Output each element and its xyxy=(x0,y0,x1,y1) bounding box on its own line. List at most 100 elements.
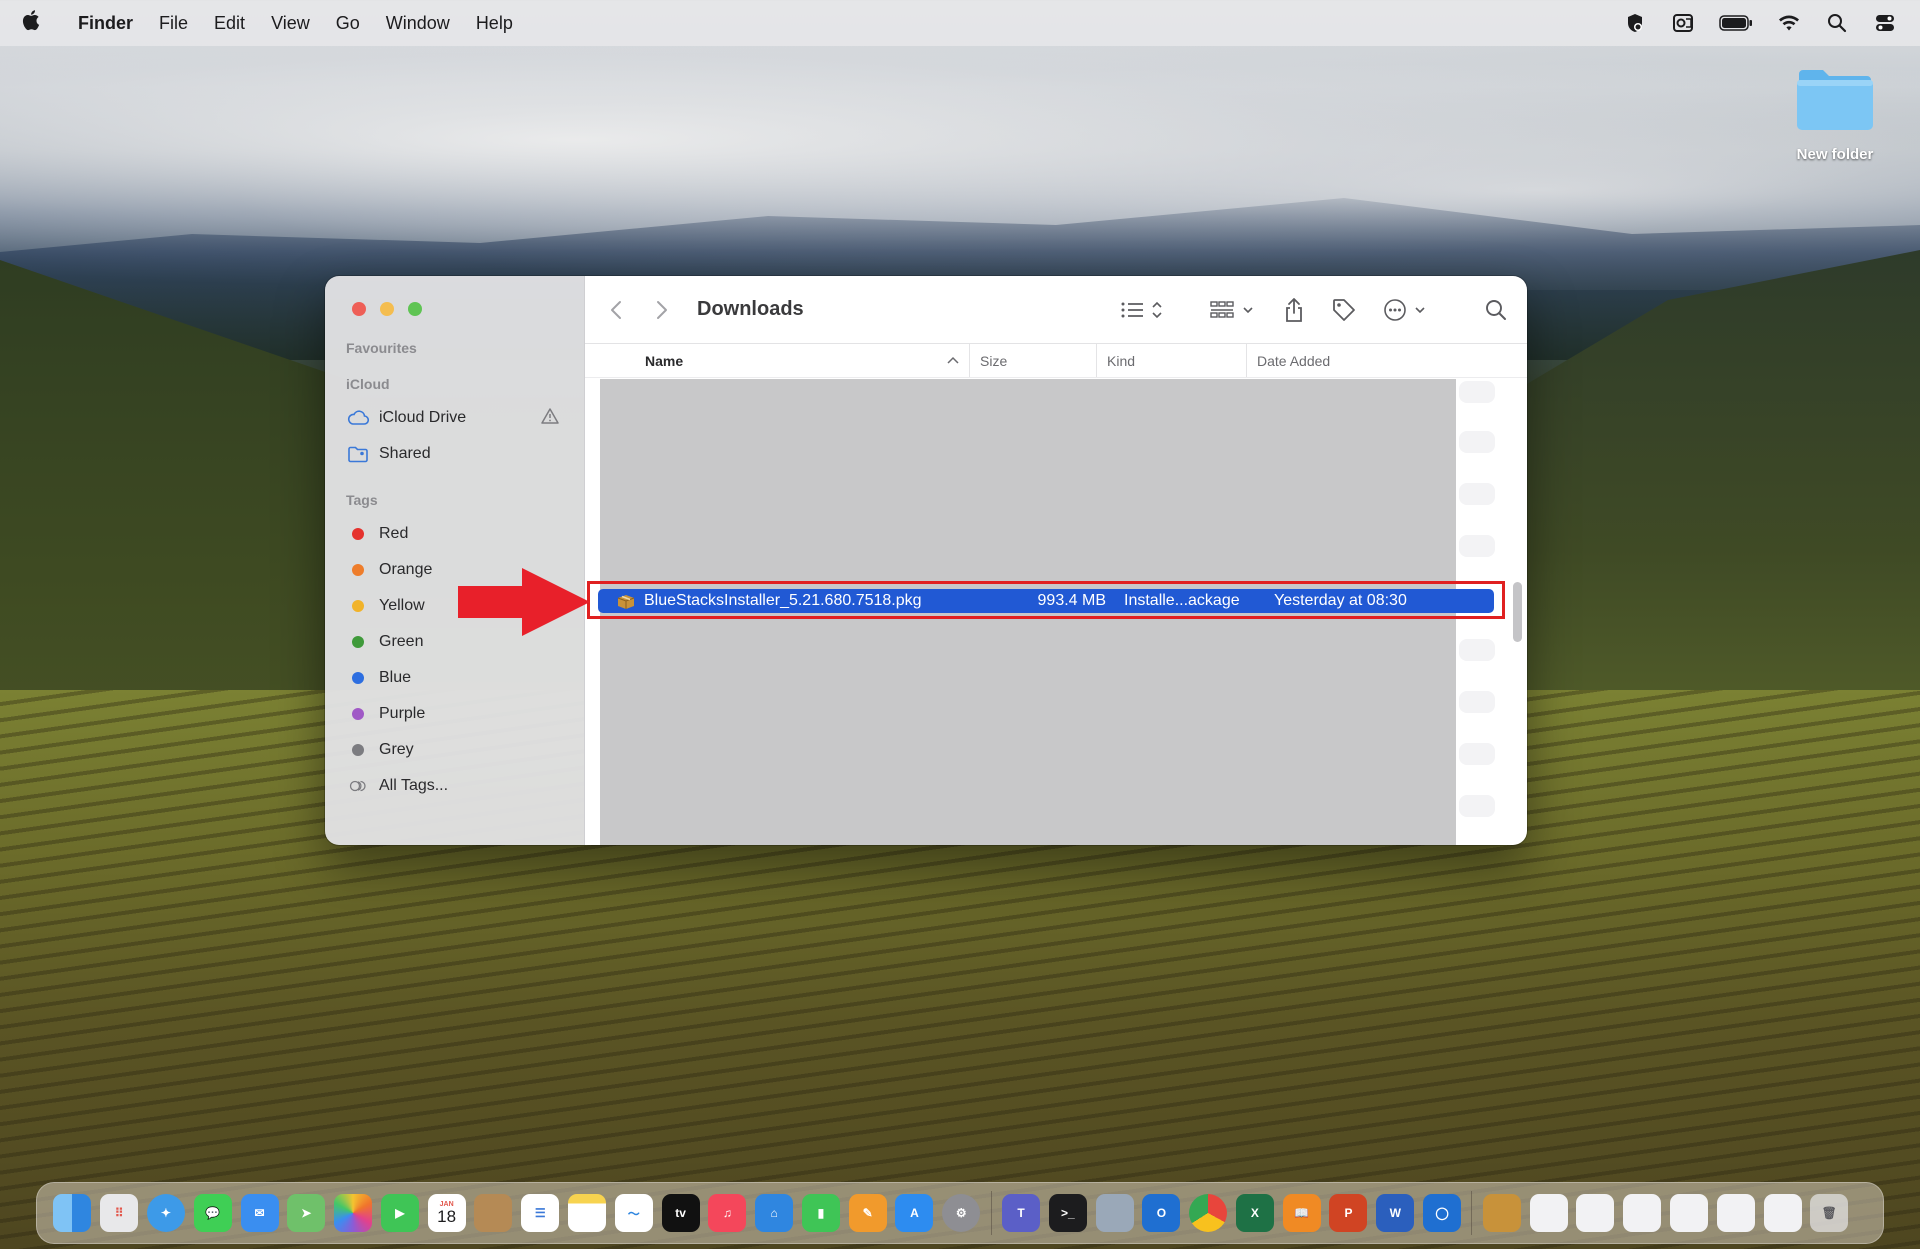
outlook-icon[interactable] xyxy=(1670,12,1696,34)
tv-icon[interactable]: tv xyxy=(661,1194,700,1232)
menu-go[interactable]: Go xyxy=(336,13,360,34)
sidebar-section-tags: Tags xyxy=(346,492,378,508)
books-icon[interactable]: 📖 xyxy=(1282,1194,1321,1232)
forward-button[interactable] xyxy=(651,294,673,326)
finder-sidebar: Favourites iCloud iCloud Drive Shared Ta… xyxy=(325,276,585,845)
notes-icon[interactable] xyxy=(567,1194,606,1232)
mail-icon[interactable]: ✉ xyxy=(240,1194,279,1232)
terminal-icon[interactable]: >_ xyxy=(1048,1194,1087,1232)
sidebar-item-shared[interactable]: Shared xyxy=(325,436,584,472)
sidebar-item-tag-red[interactable]: Red xyxy=(325,516,584,552)
pages-icon[interactable]: ✎ xyxy=(848,1194,887,1232)
zoom-button[interactable] xyxy=(408,302,422,316)
file-date-added: Yesterday at 08:30 xyxy=(1274,592,1407,609)
menu-file[interactable]: File xyxy=(159,13,188,34)
sidebar-section-favourites: Favourites xyxy=(346,340,417,356)
numbers-icon[interactable]: ▮ xyxy=(801,1194,840,1232)
folder-icon xyxy=(1795,66,1875,132)
trash-icon[interactable]: 🗑 xyxy=(1810,1194,1849,1232)
search-button[interactable] xyxy=(1485,294,1507,326)
chrome-icon[interactable] xyxy=(1189,1194,1228,1232)
recent-document-icon[interactable] xyxy=(1576,1194,1615,1232)
group-by-button[interactable] xyxy=(1209,294,1257,326)
sidebar-item-label: Red xyxy=(379,525,409,542)
share-button[interactable] xyxy=(1283,294,1305,326)
system-settings-icon[interactable]: ⚙ xyxy=(942,1194,981,1232)
menu-help[interactable]: Help xyxy=(476,13,513,34)
sidebar-item-label: All Tags... xyxy=(379,777,449,794)
window-controls xyxy=(352,302,422,316)
sidebar-item-label: Grey xyxy=(379,741,414,758)
more-actions-button[interactable] xyxy=(1383,294,1429,326)
file-row-selected[interactable]: BlueStacksInstaller_5.21.680.7518.pkg 99… xyxy=(598,589,1494,613)
recent-document-icon[interactable] xyxy=(1763,1194,1802,1232)
recent-document-icon[interactable] xyxy=(1529,1194,1568,1232)
messages-icon[interactable]: 💬 xyxy=(193,1194,232,1232)
column-name[interactable]: Name xyxy=(585,344,970,377)
warning-icon[interactable] xyxy=(540,407,560,430)
finder-toolbar: Downloads xyxy=(585,276,1527,344)
calendar-icon[interactable]: JAN 18 xyxy=(427,1194,466,1232)
close-button[interactable] xyxy=(352,302,366,316)
all-tags-icon xyxy=(347,780,369,792)
spotlight-icon[interactable] xyxy=(1824,12,1850,34)
tag-dot-icon xyxy=(352,528,364,540)
keynote-icon[interactable]: ⌂ xyxy=(755,1194,794,1232)
preview-icon[interactable] xyxy=(1095,1194,1134,1232)
sidebar-item-tag-grey[interactable]: Grey xyxy=(325,732,584,768)
photos-icon[interactable] xyxy=(334,1194,373,1232)
outlook-app-icon[interactable]: O xyxy=(1142,1194,1181,1232)
recent-document-icon[interactable] xyxy=(1716,1194,1755,1232)
package-icon xyxy=(616,593,636,609)
tag-button[interactable] xyxy=(1331,294,1357,326)
recent-document-icon[interactable] xyxy=(1669,1194,1708,1232)
wifi-icon[interactable] xyxy=(1776,12,1802,34)
sidebar-item-tag-purple[interactable]: Purple xyxy=(325,696,584,732)
column-header: Name Size Kind Date Added xyxy=(585,344,1527,378)
column-date-added[interactable]: Date Added xyxy=(1247,344,1330,377)
app-store-icon[interactable]: A xyxy=(895,1194,934,1232)
vertical-scrollbar[interactable] xyxy=(1513,582,1522,642)
freeform-icon[interactable]: 〜 xyxy=(614,1194,653,1232)
menu-finder[interactable]: Finder xyxy=(78,13,133,34)
list-view-button[interactable] xyxy=(1119,294,1163,326)
sidebar-item-all-tags[interactable]: All Tags... xyxy=(325,768,584,804)
menu-edit[interactable]: Edit xyxy=(214,13,245,34)
teams-icon[interactable]: T xyxy=(1002,1194,1041,1232)
back-button[interactable] xyxy=(605,294,627,326)
window-title: Downloads xyxy=(697,298,804,320)
column-kind[interactable]: Kind xyxy=(1097,344,1247,377)
launchpad-icon[interactable]: ⠿ xyxy=(100,1194,139,1232)
safari-icon[interactable]: ✦ xyxy=(146,1194,185,1232)
menu-view[interactable]: View xyxy=(271,13,310,34)
powerpoint-icon[interactable]: P xyxy=(1329,1194,1368,1232)
package-stack-icon[interactable] xyxy=(1482,1194,1521,1232)
cloud-icon xyxy=(347,410,369,426)
desktop-folder[interactable]: New folder xyxy=(1780,66,1890,163)
menu-window[interactable]: Window xyxy=(386,13,450,34)
reminders-icon[interactable]: ☰ xyxy=(521,1194,560,1232)
desktop-folder-label: New folder xyxy=(1796,146,1874,163)
apple-icon[interactable] xyxy=(22,9,52,37)
row-stripe xyxy=(1459,743,1495,765)
row-stripe xyxy=(1459,795,1495,817)
contacts-icon[interactable] xyxy=(474,1194,513,1232)
sidebar-item-icloud-drive[interactable]: iCloud Drive xyxy=(325,400,584,436)
sidebar-item-tag-blue[interactable]: Blue xyxy=(325,660,584,696)
battery-icon[interactable] xyxy=(1718,12,1754,34)
maps-icon[interactable]: ➤ xyxy=(287,1194,326,1232)
security-icon[interactable] xyxy=(1622,12,1648,34)
facetime-icon[interactable]: ▶ xyxy=(380,1194,419,1232)
excel-icon[interactable]: X xyxy=(1235,1194,1274,1232)
shared-folder-icon xyxy=(347,445,369,463)
music-icon[interactable]: ♫ xyxy=(708,1194,747,1232)
finder-icon[interactable] xyxy=(53,1194,92,1232)
row-stripe xyxy=(1459,535,1495,557)
recent-document-icon[interactable] xyxy=(1623,1194,1662,1232)
minimize-button[interactable] xyxy=(380,302,394,316)
row-stripe xyxy=(1459,639,1495,661)
column-size[interactable]: Size xyxy=(970,344,1097,377)
control-center-icon[interactable] xyxy=(1872,12,1898,34)
onedrive-icon[interactable]: ◯ xyxy=(1423,1194,1462,1232)
word-icon[interactable]: W xyxy=(1376,1194,1415,1232)
